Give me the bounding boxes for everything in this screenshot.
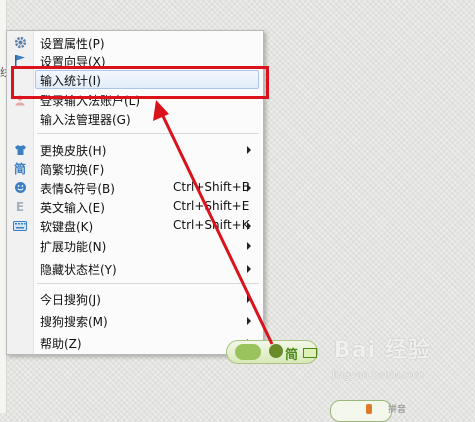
menu-item-hide-statusbar[interactable]: 隐藏状态栏(Y) bbox=[7, 259, 263, 278]
submenu-arrow-icon bbox=[247, 242, 251, 250]
menu-item-label: 简繁切换(F) bbox=[40, 163, 105, 177]
annotation-highlight-box bbox=[11, 66, 269, 99]
moon-mode-icon[interactable] bbox=[269, 344, 283, 358]
secondary-status-bar[interactable] bbox=[330, 400, 392, 422]
menu-item-label: 帮助(Z) bbox=[40, 337, 82, 351]
menu-item-simplified-traditional[interactable]: 简 简繁切换(F) bbox=[7, 159, 263, 178]
menu-item-label: 扩展功能(N) bbox=[40, 240, 107, 254]
keyboard-icon bbox=[11, 217, 29, 234]
watermark-url: jingyan.baidu.com bbox=[332, 370, 425, 381]
submenu-arrow-icon bbox=[247, 317, 251, 325]
menu-item-label: 软键盘(K) bbox=[40, 220, 94, 234]
menu-item-extensions[interactable]: 扩展功能(N) bbox=[7, 236, 263, 255]
submenu-arrow-icon bbox=[247, 222, 251, 230]
menu-item-help[interactable]: 帮助(Z) bbox=[7, 333, 263, 352]
menu-item-english-input[interactable]: E 英文输入(E) Ctrl+Shift+E bbox=[7, 197, 263, 216]
watermark-logo: Bai 经验 jingyan.baidu.com bbox=[326, 322, 474, 394]
menu-separator bbox=[37, 283, 259, 284]
menu-item-shortcut: Ctrl+Shift+E bbox=[173, 199, 250, 213]
menu-item-label: 今日搜狗(J) bbox=[40, 293, 101, 307]
menu-item-today-sogou[interactable]: 今日搜狗(J) bbox=[7, 289, 263, 308]
submenu-arrow-icon bbox=[247, 295, 251, 303]
sogou-logo-icon bbox=[235, 344, 261, 360]
submenu-arrow-icon bbox=[247, 265, 251, 273]
menu-item-change-skin[interactable]: 更换皮肤(H) bbox=[7, 140, 263, 159]
menu-item-label: 搜狗搜索(M) bbox=[40, 315, 108, 329]
menu-item-label: 设置属性(P) bbox=[40, 37, 105, 51]
menu-item-label: 英文输入(E) bbox=[40, 201, 105, 215]
menu-item-shortcut: Ctrl+Shift+B bbox=[173, 180, 250, 194]
tshirt-icon bbox=[11, 141, 29, 158]
smiley-icon bbox=[11, 179, 29, 196]
watermark-brand: Bai 经验 bbox=[334, 338, 431, 363]
submenu-arrow-icon bbox=[247, 184, 251, 192]
menu-item-ime-manager[interactable]: 输入法管理器(G) bbox=[7, 109, 263, 128]
keyboard-icon[interactable] bbox=[303, 348, 317, 358]
e-letter-icon: E bbox=[15, 199, 25, 214]
menu-item-sogou-search[interactable]: 搜狗搜索(M) bbox=[7, 311, 263, 330]
menu-item-label: 隐藏状态栏(Y) bbox=[40, 263, 117, 277]
menu-item-emoji-symbols[interactable]: 表情&符号(B) Ctrl+Shift+B bbox=[7, 178, 263, 197]
menu-item-shortcut: Ctrl+Shift+K bbox=[173, 218, 250, 232]
jian-icon: 简 bbox=[13, 162, 26, 176]
gear-icon bbox=[11, 34, 29, 51]
menu-item-label: 输入法管理器(G) bbox=[40, 113, 131, 127]
menu-separator bbox=[37, 133, 259, 134]
menu-item-settings[interactable]: 设置属性(P) bbox=[7, 33, 263, 52]
secondary-status-label: 拼音 bbox=[388, 405, 407, 415]
menu-item-label: 表情&符号(B) bbox=[40, 182, 115, 196]
menu-item-label: 更换皮肤(H) bbox=[40, 144, 107, 158]
submenu-arrow-icon bbox=[247, 146, 251, 154]
menu-item-soft-keyboard[interactable]: 软键盘(K) Ctrl+Shift+K bbox=[7, 216, 263, 235]
ime-status-bar[interactable]: 简 bbox=[226, 340, 318, 364]
simplified-mode-indicator[interactable]: 简 bbox=[285, 344, 298, 363]
